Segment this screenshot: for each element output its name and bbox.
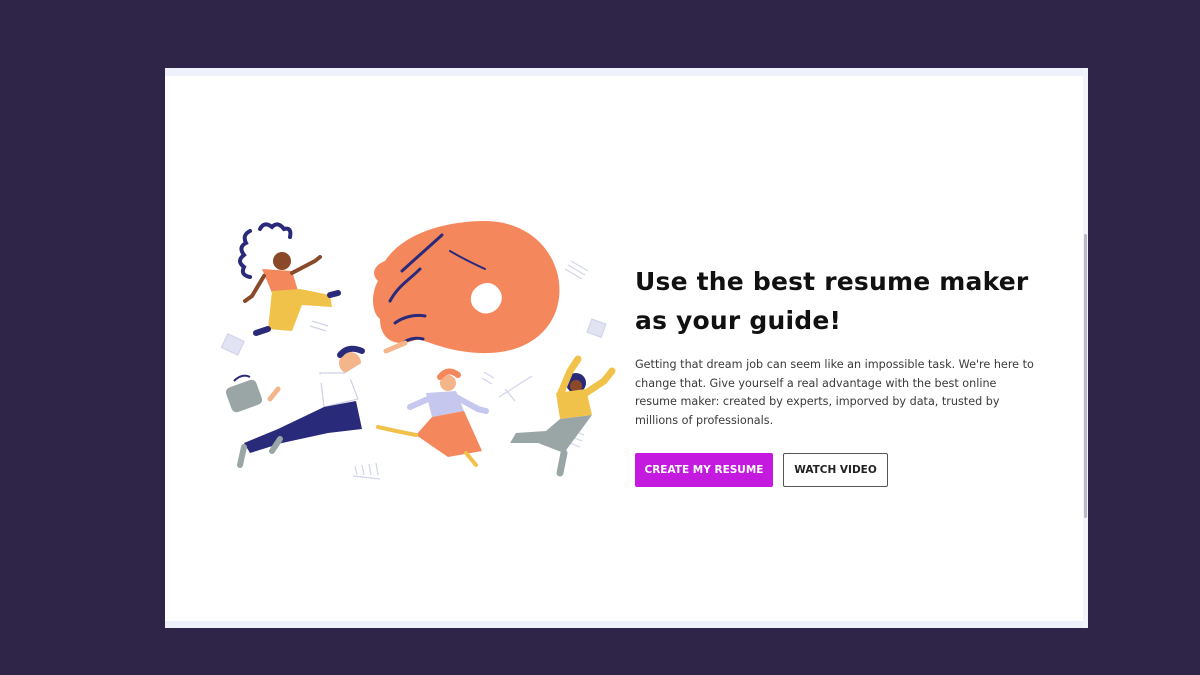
hand-illustration [373, 221, 560, 354]
scrollbar[interactable] [1083, 68, 1088, 628]
create-my-resume-button[interactable]: CREATE MY RESUME [635, 453, 773, 487]
page-content: Use the best resume maker as your guide!… [165, 76, 1083, 621]
watch-video-button[interactable]: WATCH VIDEO [783, 453, 888, 487]
waving-woman-illustration [510, 355, 616, 477]
briefcase-illustration [225, 374, 263, 413]
curly-hair-woman-illustration [238, 222, 341, 336]
hero-headline: Use the best resume maker as your guide! [635, 267, 1029, 335]
running-woman-illustration [376, 368, 489, 467]
scrollbar-thumb[interactable] [1084, 234, 1087, 518]
browser-frame: Use the best resume maker as your guide!… [165, 68, 1088, 628]
hero-description: Getting that dream job can seem like an … [635, 358, 1034, 427]
hero-illustration [220, 221, 616, 480]
running-man-illustration [225, 340, 408, 468]
